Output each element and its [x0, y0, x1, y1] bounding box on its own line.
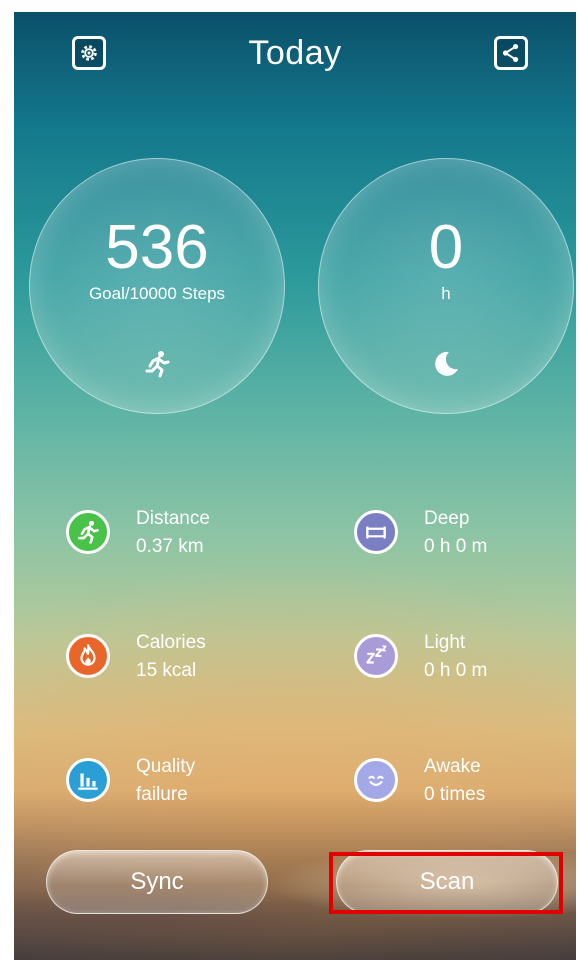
- zzz-icon: [366, 645, 387, 664]
- sleep-hours: 0: [428, 213, 464, 282]
- calories-stat: Calories 15 kcal: [66, 632, 296, 692]
- deep-value: 0 h 0 m: [424, 536, 488, 557]
- light-badge: [354, 634, 398, 678]
- distance-badge: [66, 510, 110, 554]
- distance-stat: Distance 0.37 km: [66, 508, 296, 568]
- steps-count: 536: [105, 213, 209, 282]
- top-bar: Today: [14, 12, 576, 92]
- deep-sleep-stat: Deep 0 h 0 m: [354, 508, 564, 568]
- quality-label: Quality: [136, 756, 196, 777]
- steps-goal-label: Goal/10000 Steps: [88, 284, 226, 303]
- light-sleep-stat: Light 0 h 0 m: [354, 632, 564, 692]
- deep-badge: [354, 510, 398, 554]
- awake-badge: [354, 758, 398, 802]
- sleep-unit-label: h: [441, 284, 451, 303]
- quality-stat: Quality failure: [66, 756, 296, 816]
- light-value: 0 h 0 m: [424, 660, 488, 681]
- awake-value: 0 times: [424, 784, 486, 805]
- steps-circle[interactable]: 536 Goal/10000 Steps: [29, 158, 285, 414]
- awake-stat: Awake 0 times: [354, 756, 564, 816]
- moon-icon: [435, 351, 458, 376]
- bar-chart-icon: [78, 773, 98, 790]
- calories-label: Calories: [136, 632, 206, 653]
- sync-button[interactable]: Sync: [46, 850, 268, 914]
- smiley-icon: [368, 775, 384, 786]
- bed-icon: [366, 526, 386, 539]
- light-label: Light: [424, 632, 466, 653]
- running-icon: [145, 351, 170, 378]
- quality-badge: [66, 758, 110, 802]
- share-icon: [502, 44, 519, 62]
- page-title: Today: [248, 34, 342, 72]
- app-screen: Today 536 Goal/10000 Steps 0 h Distance …: [14, 12, 576, 960]
- distance-value: 0.37 km: [136, 536, 204, 557]
- calories-value: 15 kcal: [136, 660, 197, 681]
- flame-icon: [80, 644, 96, 666]
- share-button[interactable]: [494, 36, 528, 70]
- awake-label: Awake: [424, 756, 481, 777]
- deep-label: Deep: [424, 508, 470, 529]
- sleep-circle[interactable]: 0 h: [318, 158, 574, 414]
- running-icon: [78, 520, 99, 544]
- quality-value: failure: [136, 784, 188, 805]
- scan-button[interactable]: Scan: [336, 850, 558, 914]
- distance-label: Distance: [136, 508, 210, 529]
- calories-badge: [66, 634, 110, 678]
